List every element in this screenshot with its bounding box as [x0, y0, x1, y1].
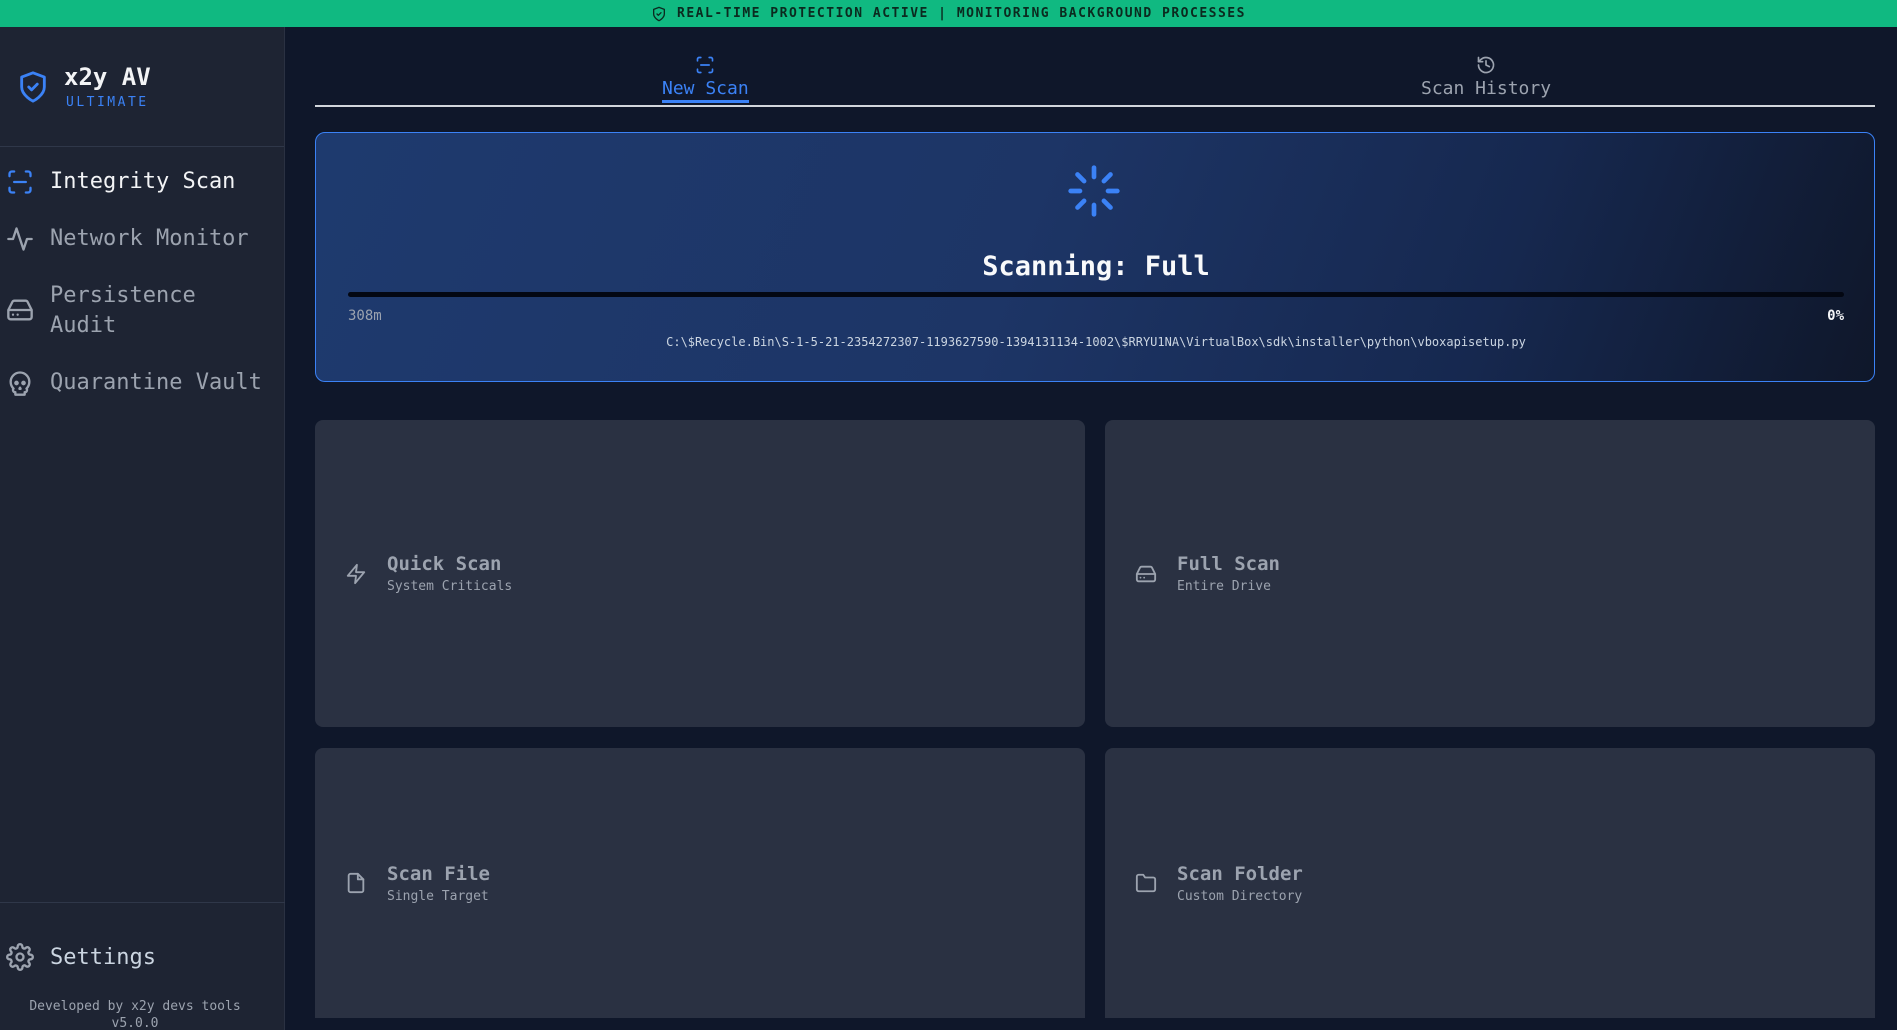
history-icon — [1477, 56, 1495, 74]
sidebar-item-label: Network Monitor — [50, 226, 249, 251]
file-icon — [347, 872, 365, 894]
settings-label: Settings — [50, 944, 156, 970]
scan-icon — [8, 170, 32, 194]
current-file-path: C:\$Recycle.Bin\S-1-5-21-2354272307-1193… — [666, 335, 1526, 349]
full-scan-button[interactable]: Full Scan Entire Drive — [1105, 420, 1875, 727]
shield-check-icon — [20, 70, 46, 103]
scan-folder-button[interactable]: Scan Folder Custom Directory — [1105, 748, 1875, 1018]
card-title: Quick Scan — [387, 553, 502, 575]
hard-drive-icon — [7, 299, 33, 321]
developer-credit: Developed by x2y devs tools v5.0.0 — [0, 998, 270, 1030]
gear-icon — [6, 943, 34, 971]
progress-bar — [348, 292, 1844, 297]
scan-progress-panel: Scanning: Full 308m 0% C:\$Recycle.Bin\S… — [315, 132, 1875, 382]
card-subtitle: Single Target — [387, 888, 489, 904]
banner-text: REAL-TIME PROTECTION ACTIVE | MONITORING… — [677, 6, 1246, 21]
sidebar-footer: Settings Developed by x2y devs tools v5.… — [0, 902, 285, 1030]
card-title: Scan Folder — [1177, 862, 1303, 885]
loader-icon — [1068, 165, 1120, 217]
protection-banner: REAL-TIME PROTECTION ACTIVE | MONITORING… — [0, 0, 1897, 27]
sidebar-item-label: Integrity Scan — [50, 169, 236, 194]
tab-scan-history[interactable]: Scan History — [1421, 55, 1551, 99]
app-name: x2y AV — [64, 63, 151, 91]
card-subtitle: Custom Directory — [1177, 888, 1303, 904]
card-subtitle: System Criticals — [387, 579, 513, 594]
scan-file-button[interactable]: Scan File Single Target — [315, 748, 1085, 1018]
tab-label: Scan History — [1421, 78, 1552, 99]
card-title: Full Scan — [1177, 553, 1280, 575]
card-subtitle: Entire Drive — [1177, 579, 1271, 594]
tab-new-scan[interactable]: New Scan — [662, 55, 749, 103]
footer-line: Developed by x2y devs tools — [29, 999, 241, 1014]
card-title: Scan File — [387, 862, 490, 885]
activity-icon — [7, 227, 33, 251]
zap-icon — [346, 563, 366, 584]
app-edition: ULTIMATE — [66, 95, 149, 110]
sidebar-nav: Integrity Scan Network Monitor Persisten… — [0, 167, 285, 425]
elapsed-time: 308m — [348, 308, 382, 324]
progress-percent: 0% — [1827, 308, 1844, 324]
hard-drive-icon — [1135, 565, 1157, 582]
sidebar-item-label: Quarantine Vault — [50, 370, 262, 395]
shield-check-icon — [653, 6, 666, 21]
skull-icon — [9, 371, 31, 396]
settings-button[interactable]: Settings — [6, 943, 156, 971]
tab-label: New Scan — [662, 78, 749, 103]
sidebar: x2y AV ULTIMATE Integrity Scan Network M… — [0, 27, 285, 1030]
folder-icon — [1135, 873, 1157, 893]
sidebar-item-persistence-audit[interactable]: Persistence Audit — [0, 281, 285, 341]
sidebar-item-label: Persistence Audit — [50, 283, 196, 338]
tab-bar: New Scan Scan History — [315, 27, 1875, 107]
scan-status-title: Scanning: Full — [982, 251, 1210, 282]
scan-icon — [697, 56, 714, 74]
brand: x2y AV ULTIMATE — [0, 27, 284, 147]
sidebar-item-quarantine-vault[interactable]: Quarantine Vault — [0, 368, 285, 398]
sidebar-item-integrity-scan[interactable]: Integrity Scan — [0, 167, 285, 197]
main-content: New Scan Scan History Scanning: Full 308… — [315, 27, 1875, 1018]
quick-scan-button[interactable]: Quick Scan System Criticals — [315, 420, 1085, 727]
sidebar-item-network-monitor[interactable]: Network Monitor — [0, 224, 285, 254]
version-label: v5.0.0 — [111, 1016, 159, 1030]
